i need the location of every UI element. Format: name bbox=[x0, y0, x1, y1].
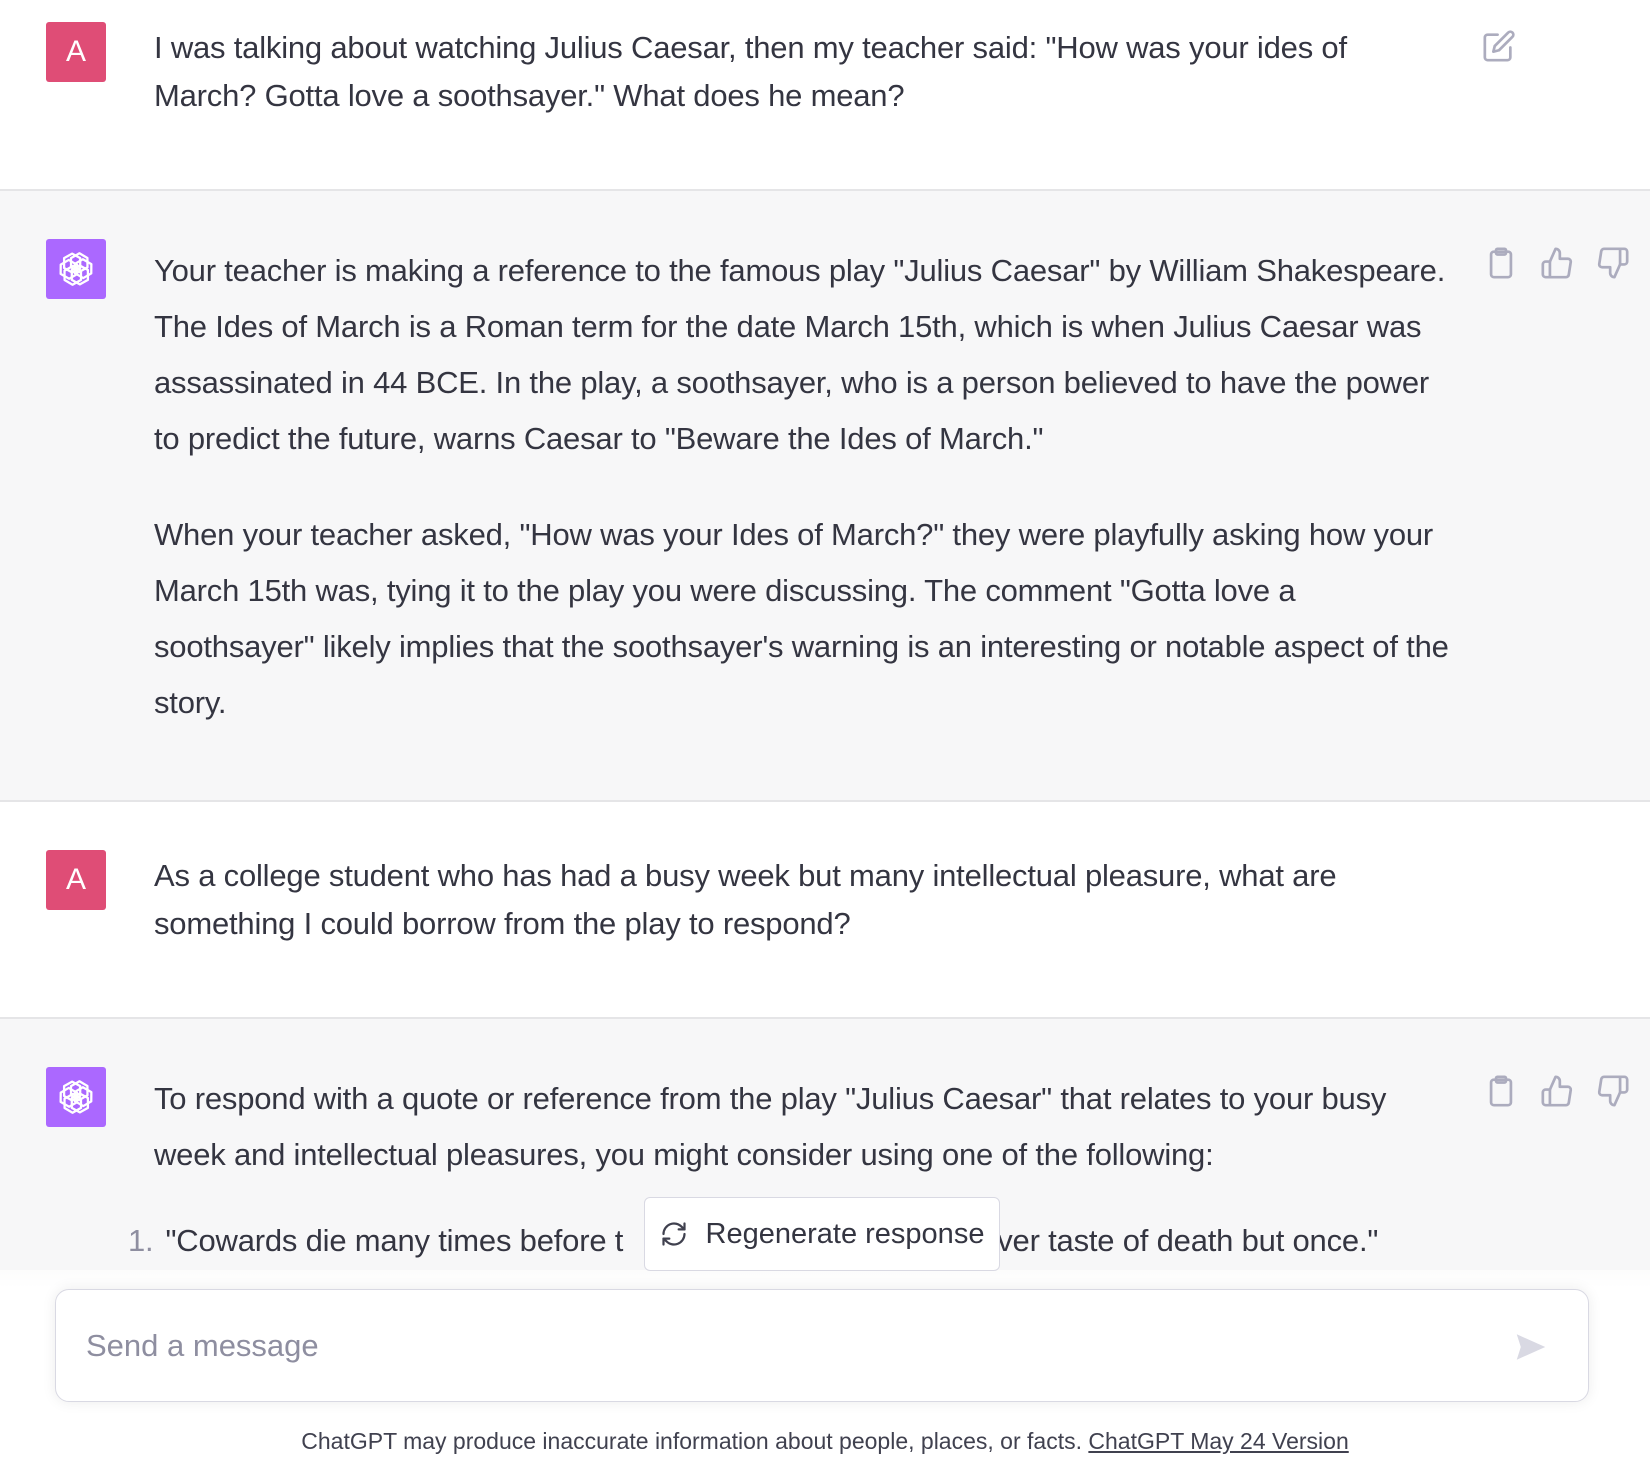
assistant-message-text: To respond with a quote or reference fro… bbox=[154, 1071, 1454, 1183]
thumbs-down-icon[interactable] bbox=[1593, 1071, 1633, 1111]
assistant-paragraph: When your teacher asked, "How was your I… bbox=[154, 517, 1449, 720]
user-avatar: A bbox=[46, 22, 106, 82]
message-input[interactable] bbox=[86, 1326, 1466, 1372]
user-avatar-letter: A bbox=[65, 35, 86, 68]
assistant-paragraph: Your teacher is making a reference to th… bbox=[154, 253, 1446, 456]
version-link[interactable]: ChatGPT May 24 Version bbox=[1088, 1428, 1348, 1454]
assistant-avatar bbox=[46, 239, 106, 299]
regenerate-label: Regenerate response bbox=[705, 1217, 985, 1250]
assistant-message-actions bbox=[1481, 1071, 1633, 1111]
copy-icon[interactable] bbox=[1481, 1071, 1521, 1111]
user-avatar-letter: A bbox=[65, 863, 86, 896]
list-item-text-start: "Cowards die many times before t bbox=[165, 1223, 624, 1258]
assistant-message-actions bbox=[1481, 243, 1633, 283]
refresh-icon bbox=[661, 1222, 686, 1246]
list-item-text-end: ever taste of death but once." bbox=[980, 1223, 1379, 1258]
user-message-actions bbox=[1479, 26, 1519, 66]
message-assistant-1: Your teacher is making a reference to th… bbox=[0, 191, 1650, 800]
openai-logo-icon bbox=[59, 1080, 93, 1114]
thumbs-up-icon[interactable] bbox=[1537, 243, 1577, 283]
footer-disclaimer: ChatGPT may produce inaccurate informati… bbox=[0, 1428, 1650, 1455]
user-avatar: A bbox=[46, 850, 106, 910]
regenerate-response-button[interactable]: Regenerate response bbox=[644, 1197, 1000, 1271]
message-composer bbox=[55, 1289, 1589, 1402]
assistant-message-text: Your teacher is making a reference to th… bbox=[154, 243, 1454, 731]
copy-icon[interactable] bbox=[1481, 243, 1521, 283]
message-user-1: A I was talking about watching Julius Ca… bbox=[0, 0, 1650, 189]
footer-text: ChatGPT may produce inaccurate informati… bbox=[301, 1428, 1082, 1454]
user-message-text: I was talking about watching Julius Caes… bbox=[154, 30, 1347, 113]
assistant-avatar bbox=[46, 1067, 106, 1127]
list-item-number: 1. bbox=[128, 1223, 154, 1258]
assistant-paragraph: To respond with a quote or reference fro… bbox=[154, 1081, 1387, 1172]
openai-logo-icon bbox=[59, 252, 93, 286]
send-icon bbox=[1516, 1334, 1546, 1360]
send-button[interactable] bbox=[1508, 1324, 1554, 1370]
thumbs-down-icon[interactable] bbox=[1593, 243, 1633, 283]
edit-icon[interactable] bbox=[1479, 26, 1519, 66]
thumbs-up-icon[interactable] bbox=[1537, 1071, 1577, 1111]
user-message-text: As a college student who has had a busy … bbox=[154, 858, 1337, 941]
message-user-2: A As a college student who has had a bus… bbox=[0, 802, 1650, 1017]
